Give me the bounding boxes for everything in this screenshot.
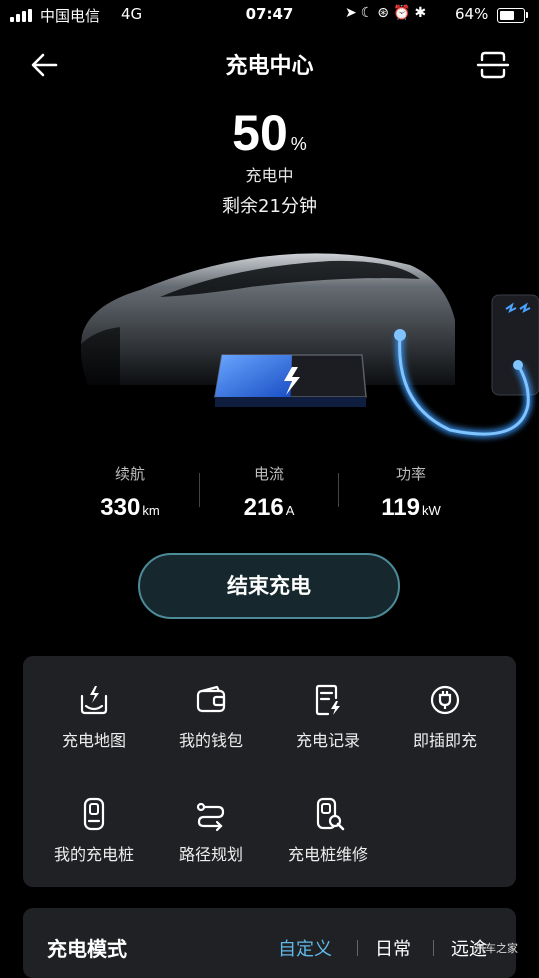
location-icon: ➤ <box>345 5 361 21</box>
power-unit: kW <box>421 503 441 518</box>
repair-icon <box>316 797 345 831</box>
fn-charging-map[interactable]: 充电地图 <box>33 682 155 751</box>
fn-label: 充电记录 <box>295 731 360 750</box>
charge-state: 充电中 <box>245 166 294 185</box>
fn-label: 即插即充 <box>412 731 477 750</box>
fn-label: 充电地图 <box>61 731 126 750</box>
moon-icon: ☾ <box>360 5 378 21</box>
alarm-icon: ⏰ <box>393 5 415 21</box>
divider <box>357 940 358 956</box>
status-bar: 中国电信 4G 07:47 ➤☾⊛⏰✱ 64% <box>0 0 539 30</box>
fn-label: 路径规划 <box>178 845 243 864</box>
fn-wallet[interactable]: 我的钱包 <box>150 682 272 751</box>
fn-route-planning[interactable]: 路径规划 <box>150 796 272 865</box>
current-value: 216 <box>243 494 284 521</box>
current-unit: A <box>285 503 295 518</box>
stop-charging-button[interactable]: 结束充电 <box>138 553 400 619</box>
range-unit: km <box>142 503 160 518</box>
charger-pile-icon <box>83 797 105 831</box>
charge-percent-value: 50 <box>232 105 288 161</box>
record-icon <box>315 684 340 716</box>
mode-tab-daily[interactable]: 日常 <box>375 935 411 961</box>
map-charge-icon <box>80 686 108 715</box>
power-value: 119 <box>381 494 420 521</box>
wallet-icon <box>196 685 226 713</box>
power-label: 功率 <box>395 465 426 483</box>
route-icon <box>196 802 225 832</box>
current-label: 电流 <box>253 465 284 483</box>
mode-title: 充电模式 <box>47 937 127 961</box>
bluetooth-icon: ✱ <box>414 5 431 21</box>
lock-rotation-icon: ⊛ <box>377 5 394 21</box>
charge-percent-unit: % <box>290 134 307 154</box>
fn-my-charger[interactable]: 我的充电桩 <box>33 796 155 865</box>
divider <box>433 940 434 956</box>
watermark: 汽车之家 <box>474 942 518 955</box>
charge-percent: 50% <box>0 104 539 162</box>
range-value: 330 <box>100 494 141 521</box>
page-title: 充电中心 <box>225 54 314 79</box>
function-panel: 充电地图 我的钱包 充电记录 即插即充 我的充电桩 路径规划 充电桩维修 <box>23 656 516 887</box>
charging-station <box>491 294 539 396</box>
fn-label: 我的钱包 <box>178 731 243 750</box>
mode-tab-custom[interactable]: 自定义 <box>278 935 332 961</box>
fn-charge-record[interactable]: 充电记录 <box>267 682 389 751</box>
battery-graphic <box>214 354 367 407</box>
fn-plug-and-charge[interactable]: 即插即充 <box>384 682 506 751</box>
battery-icon <box>497 8 528 23</box>
remaining-time: 剩余21分钟 <box>222 196 317 217</box>
range-label: 续航 <box>114 465 145 483</box>
fn-label: 充电桩维修 <box>287 845 368 864</box>
plug-icon <box>430 685 460 715</box>
power-stat: 功率 119 kW <box>341 463 481 522</box>
charging-mode-card: 充电模式 自定义 日常 远途 <box>23 908 516 978</box>
scan-icon[interactable] <box>476 48 510 82</box>
current-stat: 电流 216 A <box>199 463 339 522</box>
battery-percent: 64% <box>455 5 489 23</box>
car-charging-illustration <box>80 253 539 439</box>
range-stat: 续航 330 km <box>60 463 200 522</box>
divider <box>338 473 339 507</box>
fn-charger-repair[interactable]: 充电桩维修 <box>267 796 389 865</box>
fn-label: 我的充电桩 <box>53 845 134 864</box>
